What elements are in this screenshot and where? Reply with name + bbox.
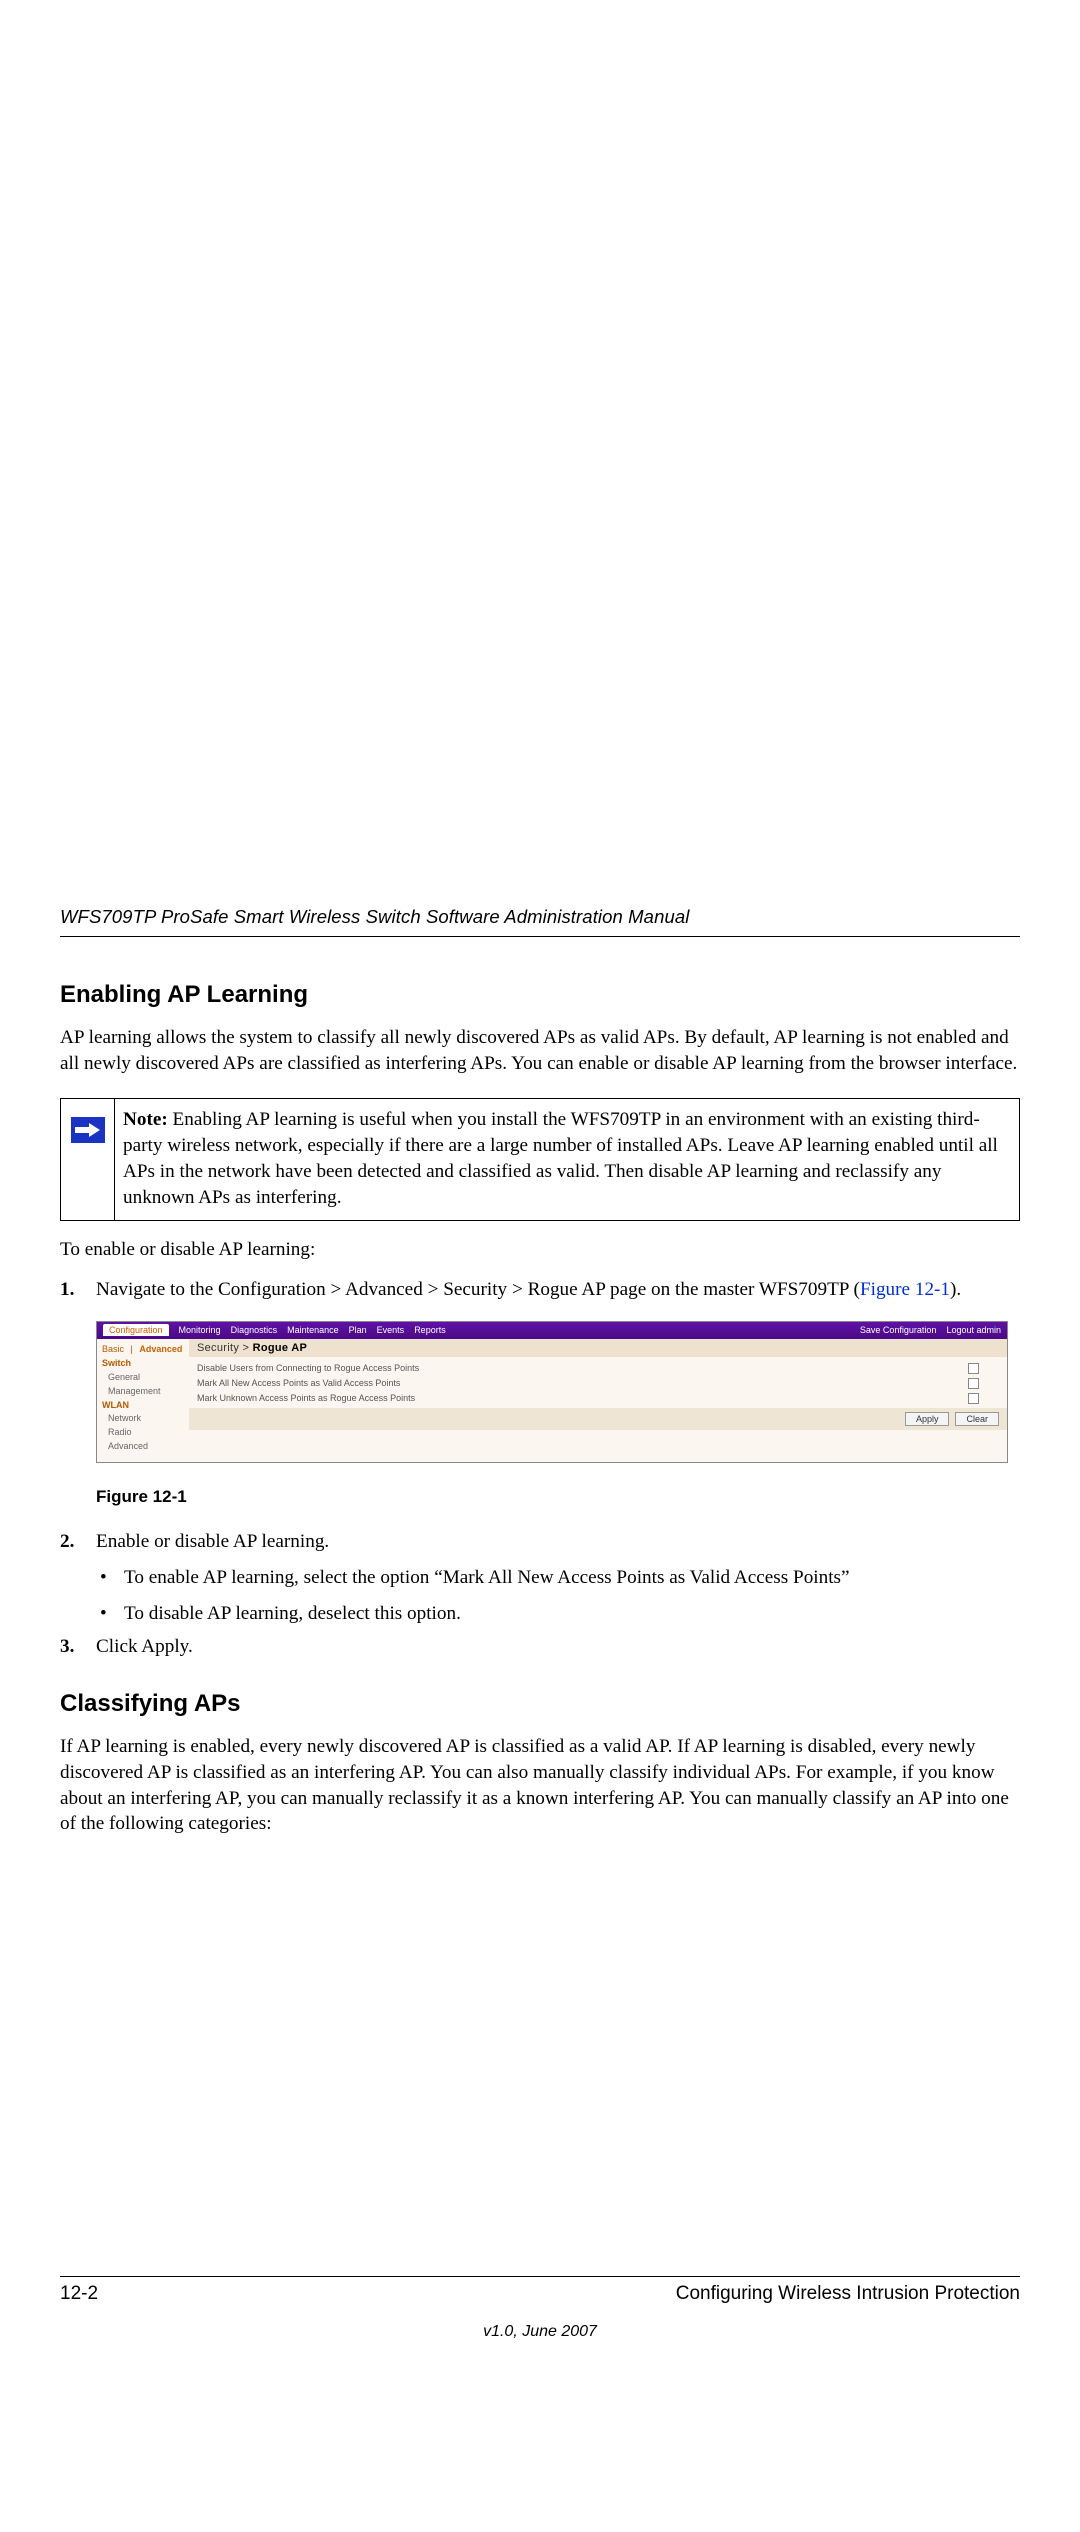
step-1: 1. Navigate to the Configuration > Advan… — [60, 1277, 1020, 1303]
page-footer: 12-2 Configuring Wireless Intrusion Prot… — [60, 2276, 1020, 2341]
step-number: 1. — [60, 1277, 74, 1303]
page-content: WFS709TP ProSafe Smart Wireless Switch S… — [60, 906, 1020, 1837]
top-tab-bar: Configuration Monitoring Diagnostics Mai… — [97, 1322, 1007, 1339]
tab-maintenance[interactable]: Maintenance — [287, 1325, 339, 1335]
tab-configuration[interactable]: Configuration — [103, 1324, 169, 1336]
breadcrumb-current: Rogue AP — [253, 1342, 308, 1354]
procedure-lead: To enable or disable AP learning: — [60, 1237, 1020, 1263]
note-box: Note: Enabling AP learning is useful whe… — [60, 1098, 1020, 1221]
step-2-sublist: • To enable AP learning, select the opti… — [60, 1565, 1020, 1626]
arrow-right-icon — [71, 1117, 105, 1143]
procedure-list: 1. Navigate to the Configuration > Advan… — [60, 1277, 1020, 1303]
step-1-text-a: Navigate to the Configuration > Advanced… — [96, 1279, 860, 1300]
figure-caption: Figure 12-1 — [96, 1487, 1020, 1507]
checkbox-mark-unknown-rogue[interactable] — [968, 1393, 979, 1404]
nav-item-radio[interactable]: Radio — [102, 1426, 184, 1440]
nav-item-network[interactable]: Network — [102, 1412, 184, 1426]
note-label: Note: — [123, 1109, 168, 1130]
intro-paragraph: AP learning allows the system to classif… — [60, 1025, 1020, 1076]
step-2-text: Enable or disable AP learning. — [96, 1531, 329, 1552]
breadcrumb: Security > Rogue AP — [189, 1339, 1007, 1357]
note-text: Note: Enabling AP learning is useful whe… — [115, 1099, 1019, 1220]
apply-button[interactable]: Apply — [905, 1412, 950, 1426]
nav-item-advanced[interactable]: Advanced — [102, 1440, 184, 1454]
step-number: 3. — [60, 1634, 74, 1660]
option-disable-users: Disable Users from Connecting to Rogue A… — [197, 1363, 968, 1373]
button-row: Apply Clear — [189, 1408, 1007, 1430]
step-1-text-b: ). — [950, 1279, 961, 1300]
nav-group-switch: Switch — [102, 1357, 184, 1371]
mode-basic[interactable]: Basic — [102, 1344, 124, 1354]
breadcrumb-parent: Security > — [197, 1342, 253, 1354]
bullet-icon: • — [100, 1565, 107, 1591]
option-mark-all-valid: Mark All New Access Points as Valid Acce… — [197, 1378, 968, 1388]
section-name: Configuring Wireless Intrusion Protectio… — [676, 2283, 1020, 2305]
tab-events[interactable]: Events — [377, 1325, 405, 1335]
version-line: v1.0, June 2007 — [60, 2323, 1020, 2341]
option-row: Mark All New Access Points as Valid Acce… — [197, 1376, 999, 1391]
option-row: Mark Unknown Access Points as Rogue Acce… — [197, 1391, 999, 1406]
tab-plan[interactable]: Plan — [349, 1325, 367, 1335]
checkbox-mark-all-valid[interactable] — [968, 1378, 979, 1389]
nav-item-management[interactable]: Management — [102, 1385, 184, 1399]
step-2: 2. Enable or disable AP learning. — [60, 1529, 1020, 1555]
clear-button[interactable]: Clear — [955, 1412, 999, 1426]
bullet-icon: • — [100, 1601, 107, 1627]
tab-monitoring[interactable]: Monitoring — [179, 1325, 221, 1335]
sub-item-enable: • To enable AP learning, select the opti… — [60, 1565, 1020, 1591]
step-3-text: Click Apply. — [96, 1636, 193, 1657]
running-header: WFS709TP ProSafe Smart Wireless Switch S… — [60, 906, 1020, 928]
step-3: 3. Click Apply. — [60, 1634, 1020, 1660]
note-icon-cell — [61, 1099, 115, 1220]
procedure-list-cont2: 3. Click Apply. — [60, 1634, 1020, 1660]
nav-item-general[interactable]: General — [102, 1371, 184, 1385]
rogue-ap-screenshot: Configuration Monitoring Diagnostics Mai… — [96, 1321, 1008, 1464]
figure-12-1-link[interactable]: Figure 12-1 — [860, 1279, 950, 1300]
sub-item-enable-text: To enable AP learning, select the option… — [124, 1567, 850, 1588]
main-panel: Security > Rogue AP Disable Users from C… — [189, 1339, 1007, 1463]
footer-rule — [60, 2276, 1020, 2277]
tab-reports[interactable]: Reports — [414, 1325, 446, 1335]
figure-12-1: Configuration Monitoring Diagnostics Mai… — [96, 1321, 1008, 1464]
sub-item-disable-text: To disable AP learning, deselect this op… — [124, 1603, 461, 1624]
heading-classifying-aps: Classifying APs — [60, 1690, 1020, 1718]
step-number: 2. — [60, 1529, 74, 1555]
note-body: Enabling AP learning is useful when you … — [123, 1109, 998, 1207]
option-row: Disable Users from Connecting to Rogue A… — [197, 1361, 999, 1376]
checkbox-disable-users[interactable] — [968, 1363, 979, 1374]
heading-enabling-ap-learning: Enabling AP Learning — [60, 981, 1020, 1009]
left-nav: Basic | Advanced Switch General Manageme… — [97, 1339, 189, 1463]
header-rule — [60, 936, 1020, 937]
classifying-paragraph: If AP learning is enabled, every newly d… — [60, 1734, 1020, 1837]
tab-diagnostics[interactable]: Diagnostics — [231, 1325, 278, 1335]
procedure-list-cont: 2. Enable or disable AP learning. — [60, 1529, 1020, 1555]
nav-group-wlan: WLAN — [102, 1399, 184, 1413]
page-number: 12-2 — [60, 2283, 98, 2305]
logout-link[interactable]: Logout admin — [946, 1325, 1001, 1335]
save-configuration-link[interactable]: Save Configuration — [860, 1325, 937, 1335]
sub-item-disable: • To disable AP learning, deselect this … — [60, 1601, 1020, 1627]
option-mark-unknown-rogue: Mark Unknown Access Points as Rogue Acce… — [197, 1393, 968, 1403]
mode-switch: Basic | Advanced — [102, 1343, 184, 1357]
mode-advanced[interactable]: Advanced — [139, 1344, 182, 1354]
mode-separator: | — [127, 1344, 137, 1354]
